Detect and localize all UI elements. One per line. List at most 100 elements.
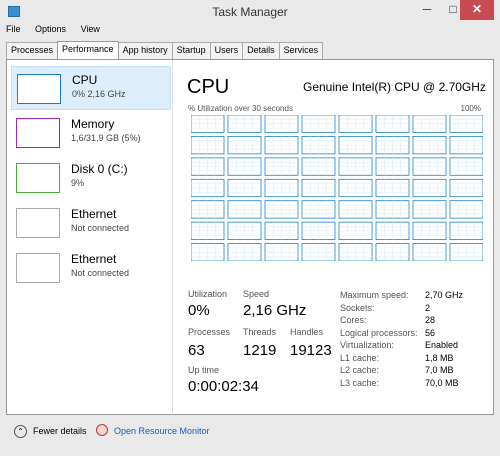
cpu-core-graph — [227, 115, 262, 133]
sidebar-thumbnail-graph — [16, 253, 60, 283]
cpu-core-graph — [338, 200, 373, 219]
sidebar-thumbnail-graph — [16, 163, 60, 193]
cpu-core-graph — [338, 157, 373, 176]
sidebar-item-memory[interactable]: Memory 1,6/31,9 GB (5%) — [11, 111, 171, 155]
close-button[interactable]: ✕ — [460, 0, 494, 20]
cpu-core-graph — [301, 115, 336, 133]
spec-label: Maximum speed: — [340, 290, 409, 300]
uptime-label: Up time — [188, 365, 220, 375]
spec-value: 7,0 MB — [425, 365, 454, 375]
cpu-core-graph — [227, 243, 262, 261]
sidebar-item-disk-0-c[interactable]: Disk 0 (C:) 9% — [11, 156, 171, 200]
cpu-core-graph — [375, 115, 410, 133]
tab-bar: Processes Performance App history Startup Us… — [6, 41, 324, 59]
cpu-core-graph — [338, 243, 373, 261]
open-resource-monitor-link[interactable]: Open Resource Monitor — [114, 426, 210, 436]
cpu-core-graph — [375, 157, 410, 176]
tab-users[interactable]: Users — [209, 42, 244, 59]
sidebar-item-name: Memory — [71, 117, 115, 131]
processes-label: Processes — [188, 327, 231, 337]
cpu-core-graph — [227, 200, 262, 219]
page-title: CPU — [187, 76, 230, 98]
cpu-core-graph — [264, 136, 299, 155]
tab-app-history[interactable]: App history — [117, 42, 173, 59]
cpu-core-graph — [375, 136, 410, 155]
sidebar-divider — [172, 60, 173, 416]
spec-value: 28 — [425, 315, 436, 325]
spec-label: Virtualization: — [340, 340, 394, 350]
spec-label: Cores: — [340, 315, 367, 325]
cpu-core-graph — [191, 200, 225, 219]
cpu-utilization-graph-grid — [191, 115, 483, 261]
menu-options[interactable]: Options — [35, 24, 66, 34]
sidebar-item-subtitle: 9% — [71, 178, 85, 188]
tab-details[interactable]: Details — [242, 42, 280, 59]
cpu-core-graph — [449, 221, 483, 240]
sidebar-item-ethernet[interactable]: Ethernet Not connected — [11, 201, 171, 245]
cpu-core-graph — [191, 221, 225, 240]
sidebar-thumbnail-graph — [16, 208, 60, 238]
speed-label: Speed — [243, 289, 270, 299]
cpu-core-graph — [301, 200, 336, 219]
cpu-core-graph — [412, 157, 447, 176]
sidebar-thumbnail-graph — [17, 74, 61, 104]
handles-label: Handles — [290, 327, 324, 337]
sidebar-item-name: Ethernet — [71, 207, 117, 221]
cpu-core-graph — [412, 200, 447, 219]
sidebar-item-subtitle: Not connected — [71, 268, 130, 278]
cpu-core-graph — [449, 200, 483, 219]
sidebar-item-cpu[interactable]: CPU 0% 2,16 GHz — [11, 66, 171, 110]
spec-label: L3 cache: — [340, 377, 380, 388]
cpu-core-graph — [375, 178, 410, 198]
chevron-up-icon[interactable]: ⌃ — [14, 425, 27, 438]
resource-monitor-icon — [96, 424, 108, 436]
threads-label: Threads — [243, 327, 277, 337]
cpu-model-name: Genuine Intel(R) CPU @ 2.70GHz — [303, 80, 486, 94]
threads-value: 1219 — [243, 342, 277, 359]
sidebar-item-ethernet[interactable]: Ethernet Not connected — [11, 246, 171, 290]
handles-value: 19123 — [290, 342, 332, 359]
cpu-core-graph — [301, 136, 336, 155]
tab-startup[interactable]: Startup — [171, 42, 211, 59]
sidebar-item-subtitle: 0% 2,16 GHz — [72, 89, 126, 99]
spec-label: L1 cache: — [340, 352, 380, 363]
spec-value: 2,70 GHz — [425, 290, 464, 300]
spec-value: 56 — [425, 327, 436, 338]
minimize-button[interactable]: ─ — [414, 0, 440, 20]
performance-panel: CPU 0% 2,16 GHz Memory 1,6/31,9 GB (5%) Disk… — [6, 59, 494, 416]
cpu-core-graph — [301, 178, 336, 198]
menu-bar: File Options View — [6, 24, 112, 40]
cpu-core-graph — [338, 221, 373, 240]
fewer-details-link[interactable]: Fewer details — [33, 426, 87, 436]
utilization-label: Utilization — [188, 289, 228, 299]
sidebar-item-subtitle: Not connected — [71, 223, 130, 233]
processes-value: 63 — [188, 342, 205, 359]
menu-view[interactable]: View — [81, 24, 100, 34]
cpu-core-graph — [301, 221, 336, 240]
tab-processes[interactable]: Processes — [6, 42, 59, 59]
cpu-core-graph — [301, 243, 336, 261]
tab-services[interactable]: Services — [278, 42, 324, 59]
spec-value: 1,8 MB — [425, 352, 454, 363]
menu-file[interactable]: File — [6, 24, 21, 34]
sidebar-item-subtitle: 1,6/31,9 GB (5%) — [71, 133, 141, 143]
cpu-core-graph — [191, 136, 225, 155]
cpu-core-graph — [227, 178, 262, 198]
cpu-core-graph — [375, 221, 410, 240]
cpu-core-graph — [227, 221, 262, 240]
cpu-core-graph — [449, 157, 483, 176]
spec-label: Logical processors: — [340, 327, 418, 338]
cpu-core-graph — [227, 136, 262, 155]
sidebar-item-name: Disk 0 (C:) — [71, 162, 128, 176]
speed-value: 2,16 GHz — [243, 302, 307, 319]
spec-value: Enabled — [425, 340, 459, 350]
cpu-core-graph — [449, 136, 483, 155]
cpu-core-graph — [301, 157, 336, 176]
utilization-value: 0% — [188, 302, 210, 319]
cpu-core-graph — [227, 157, 262, 176]
cpu-core-graph — [412, 221, 447, 240]
cpu-core-graph — [264, 178, 299, 198]
tab-performance[interactable]: Performance — [57, 41, 119, 59]
cpu-core-graph — [412, 243, 447, 261]
cpu-core-graph — [449, 243, 483, 261]
